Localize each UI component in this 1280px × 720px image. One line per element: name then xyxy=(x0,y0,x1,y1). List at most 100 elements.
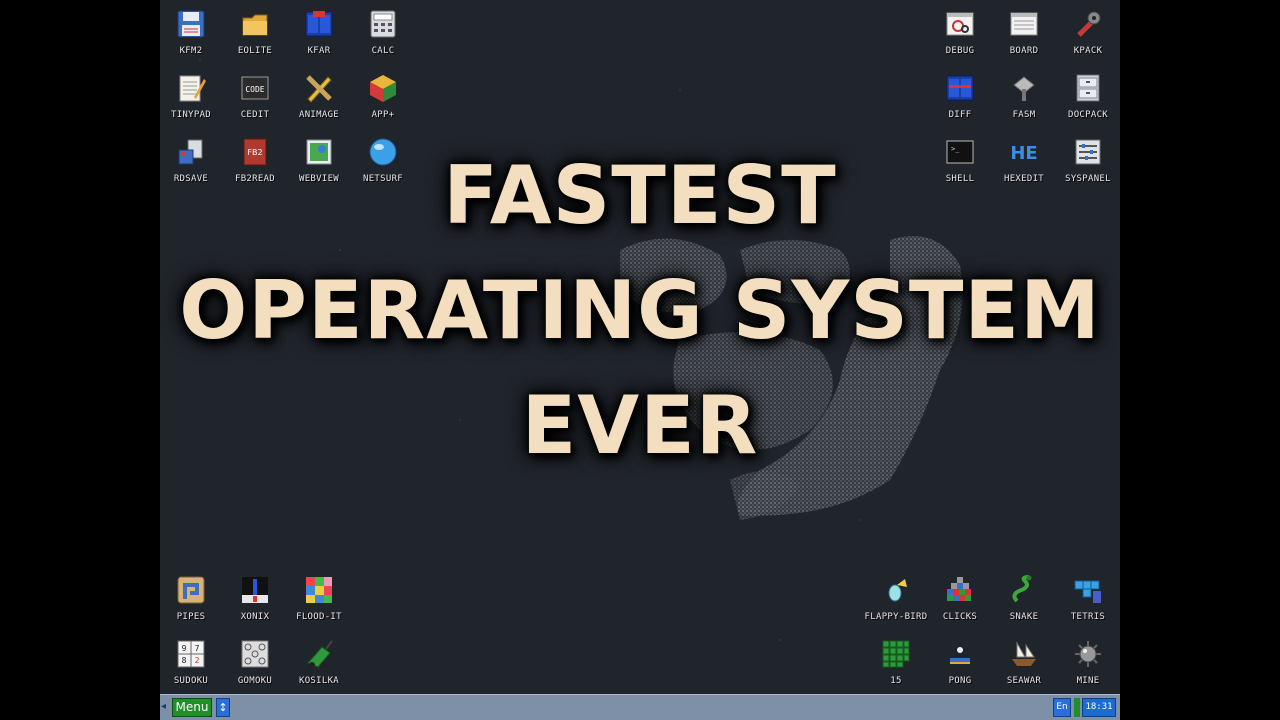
pipes-icon xyxy=(175,574,207,606)
desktop-icon-tetris[interactable]: TETRIS xyxy=(1052,574,1120,634)
desktop-icon-docpack[interactable]: DOCPACK xyxy=(1052,72,1120,132)
desktop-icon-label: FLAPPY-BIRD xyxy=(864,612,928,622)
floppy-icon xyxy=(175,8,207,40)
desktop-icon-calc[interactable]: CALC xyxy=(347,8,419,68)
headline-line-1: FASTEST xyxy=(443,149,837,242)
headline-line-2: OPERATING SYSTEM xyxy=(179,264,1101,357)
taskbar-left-arrow[interactable]: ◂ xyxy=(161,699,169,715)
sudoku-icon: 9 87 2 xyxy=(175,638,207,670)
desktop-icon-label: SNAKE xyxy=(1009,612,1039,622)
desktop-icon-label: ANIMAGE xyxy=(298,110,340,120)
fifteen-icon xyxy=(880,638,912,670)
desktop-icon-diff[interactable]: DIFF xyxy=(924,72,996,132)
desktop-icon-tinypad[interactable]: TINYPAD xyxy=(160,72,227,132)
desktop-icon-flappy-bird[interactable]: FLAPPY-BIRD xyxy=(860,574,932,634)
desktop: KFM2 EOLITE KFAR CALC TINYPAD CODE CEDIT ANIMAG… xyxy=(160,0,1120,720)
desktop-icon-kosilka[interactable]: KOSILKA xyxy=(283,638,355,698)
cube-icon xyxy=(367,72,399,104)
desktop-icon-mine[interactable]: MINE xyxy=(1052,638,1120,698)
switch-windows-button[interactable]: ↕ xyxy=(216,698,230,717)
desktop-icon-seawar[interactable]: SEAWAR xyxy=(988,638,1060,698)
board-icon xyxy=(1008,8,1040,40)
desktop-icon-clicks[interactable]: CLICKS xyxy=(924,574,996,634)
headline-line-3: EVER xyxy=(521,379,759,472)
mine-icon xyxy=(1072,638,1104,670)
pencil-ruler-icon xyxy=(303,72,335,104)
desktop-icon-flood-it[interactable]: FLOOD-IT xyxy=(283,574,355,634)
desktop-icon-label: BOARD xyxy=(1009,46,1039,56)
desktop-icon-label: FASM xyxy=(1012,110,1036,120)
desktop-icon-label: KOSILKA xyxy=(298,676,340,686)
desktop-icon-label: DOCPACK xyxy=(1067,110,1109,120)
desktop-icon-xonix[interactable]: XONIX xyxy=(219,574,291,634)
folder-icon xyxy=(239,8,271,40)
language-indicator[interactable]: En xyxy=(1053,698,1071,717)
desktop-icon-label: GOMOKU xyxy=(237,676,273,686)
desktop-icon-animage[interactable]: ANIMAGE xyxy=(283,72,355,132)
desktop-icon-label: MINE xyxy=(1076,676,1100,686)
ship-icon xyxy=(1008,638,1040,670)
desktop-icon-kfm2[interactable]: KFM2 xyxy=(160,8,227,68)
desktop-icon-cedit[interactable]: CODE CEDIT xyxy=(219,72,291,132)
desktop-icon-label: DIFF xyxy=(948,110,972,120)
menu-button-label: Menu xyxy=(175,700,209,714)
desktop-icon-eolite[interactable]: EOLITE xyxy=(219,8,291,68)
desktop-icon-label: PIPES xyxy=(176,612,206,622)
desktop-icon-fasm[interactable]: FASM xyxy=(988,72,1060,132)
desktop-icon-label: KFM2 xyxy=(179,46,203,56)
desktop-icon-gomoku[interactable]: GOMOKU xyxy=(219,638,291,698)
svg-text:>_: >_ xyxy=(951,145,960,153)
notepad-icon xyxy=(175,72,207,104)
svg-text:8: 8 xyxy=(182,656,187,665)
desktop-icon-label: KPACK xyxy=(1073,46,1103,56)
desktop-icon-label: 15 xyxy=(890,676,902,686)
desktop-icon-label: FLOOD-IT xyxy=(296,612,342,622)
desktop-icon-label: EOLITE xyxy=(237,46,273,56)
desktop-icon-label: PONG xyxy=(948,676,972,686)
diff-icon xyxy=(944,72,976,104)
desktop-icon-label: DEBUG xyxy=(945,46,975,56)
desktop-icon-label: TINYPAD xyxy=(170,110,212,120)
desktop-icon-label: CLICKS xyxy=(942,612,978,622)
desktop-icon-label: CEDIT xyxy=(240,110,270,120)
menu-button[interactable]: Menu xyxy=(172,698,212,717)
language-label: En xyxy=(1056,702,1068,712)
desktop-icon-app-[interactable]: APP+ xyxy=(347,72,419,132)
bird-icon xyxy=(880,574,912,606)
desktop-icon-pong[interactable]: PONG xyxy=(924,638,996,698)
desktop-icon-debug[interactable]: DEBUG xyxy=(924,8,996,68)
desktop-icon-snake[interactable]: SNAKE xyxy=(988,574,1060,634)
desktop-icon-label: KFAR xyxy=(307,46,331,56)
blocks-icon xyxy=(944,574,976,606)
clock[interactable]: 18:31 xyxy=(1082,698,1116,717)
svg-text:CODE: CODE xyxy=(245,85,264,94)
desktop-icon-pipes[interactable]: PIPES xyxy=(160,574,227,634)
switch-arrows-icon: ↕ xyxy=(218,701,228,714)
code-icon: CODE xyxy=(239,72,271,104)
dual-panel-icon xyxy=(303,8,335,40)
flood-icon xyxy=(303,574,335,606)
desktop-icon-label: SEAWAR xyxy=(1006,676,1042,686)
desktop-icon-sudoku[interactable]: 9 8 7 2 SUDOKU xyxy=(160,638,227,698)
desktop-icon-kfar[interactable]: KFAR xyxy=(283,8,355,68)
taskbar: ◂ Menu ↕ En 18:31 xyxy=(160,694,1120,720)
tetris-icon xyxy=(1072,574,1104,606)
desktop-icon-kpack[interactable]: KPACK xyxy=(1052,8,1120,68)
cabinet-icon xyxy=(1072,72,1104,104)
svg-text:2: 2 xyxy=(195,656,200,665)
desktop-icon-15[interactable]: 15 xyxy=(860,638,932,698)
svg-text:9: 9 xyxy=(182,644,187,653)
calculator-icon xyxy=(367,8,399,40)
snake-icon xyxy=(1008,574,1040,606)
xonix-icon xyxy=(239,574,271,606)
desktop-icon-label: TETRIS xyxy=(1070,612,1106,622)
gomoku-icon xyxy=(239,638,271,670)
desktop-icon-label: XONIX xyxy=(240,612,270,622)
fasm-icon xyxy=(1008,72,1040,104)
wrench-icon xyxy=(1072,8,1104,40)
desktop-icon-board[interactable]: BOARD xyxy=(988,8,1060,68)
pong-icon xyxy=(944,638,976,670)
debug-icon xyxy=(944,8,976,40)
svg-text:7: 7 xyxy=(195,644,200,653)
desktop-icon-label: CALC xyxy=(371,46,395,56)
